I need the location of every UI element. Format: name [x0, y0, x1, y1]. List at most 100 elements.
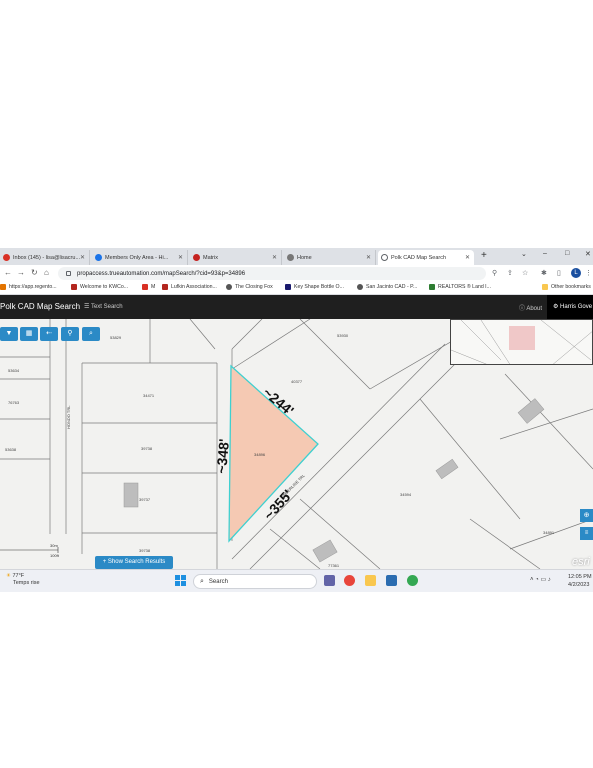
close-icon[interactable]: ✕ [80, 254, 85, 261]
bookmark-item[interactable]: The Closing Fox [226, 284, 273, 290]
back-icon[interactable]: ← [4, 268, 12, 277]
parcel-label: 34471 [143, 393, 155, 398]
tab-home[interactable]: Home ✕ [284, 250, 376, 265]
bookmark-label: Other bookmarks [551, 284, 591, 290]
show-search-results-button[interactable]: + Show Search Results [95, 556, 173, 569]
esri-logo: esri [572, 556, 590, 568]
taskbar-search[interactable]: ⌕ Search [193, 574, 317, 589]
parcel-label: 53829 [110, 335, 122, 340]
parcel-label: 34891 [543, 530, 555, 535]
windows-start-icon[interactable] [175, 575, 186, 586]
new-tab-button[interactable]: + [481, 250, 487, 261]
scale-label: 30m [50, 543, 58, 548]
date: 4/2/2023 [568, 582, 590, 588]
tab-polk-cad[interactable]: Polk CAD Map Search ✕ [378, 250, 474, 265]
bookmarks-bar: https://app.regento... Welcome to KWCo..… [0, 282, 593, 295]
bookmark-icon [285, 284, 291, 290]
sun-icon: ☀ [6, 573, 11, 579]
bookmark-item[interactable]: M [142, 284, 155, 290]
forward-icon[interactable]: → [17, 268, 25, 277]
show-results-label: Show Search Results [107, 559, 166, 565]
parcel-label: 76763 [8, 400, 20, 405]
parcel-label: 34594 [400, 492, 412, 497]
weather-widget[interactable]: ☀ 77°F Temps rise [6, 573, 40, 587]
minimize-button[interactable]: – [543, 250, 547, 257]
bookmark-label: https://app.regento... [9, 284, 57, 290]
tab-members[interactable]: Members Only Area - Hi... ✕ [92, 250, 188, 265]
overview-map[interactable] [450, 319, 593, 365]
globe-icon [381, 254, 388, 261]
map-view[interactable]: 53829 53930 40377 53634 76763 34471 5363… [0, 319, 593, 569]
sidebar-icon[interactable]: ▯ [557, 269, 561, 277]
profile-avatar[interactable]: L [571, 268, 581, 278]
address-bar-row: ← → ↻ ⌂ propaccess.trueautomation.com/ma… [0, 265, 593, 282]
parcel-label: 39737 [139, 497, 151, 502]
tab-label: Inbox (145) - lisa@lisacru... [13, 254, 81, 261]
home-icon [287, 254, 294, 261]
tab-matrix[interactable]: Matrix ✕ [190, 250, 282, 265]
road-label: HONDO TRL [66, 405, 71, 429]
tab-label: Polk CAD Map Search [391, 254, 447, 261]
basemap-button[interactable]: ▦ [20, 327, 38, 341]
menu-icon[interactable]: ⋮ [585, 269, 592, 277]
temperature: 77°F [12, 573, 25, 579]
parcel-label: 39738 [139, 548, 151, 553]
close-window-button[interactable]: ✕ [585, 250, 591, 258]
text-search-link[interactable]: ☰ Text Search [84, 303, 123, 310]
app-title: Polk CAD Map Search [0, 302, 81, 311]
chrome-profile-icon[interactable] [407, 575, 418, 586]
clock[interactable]: 12:05 PM 4/2/2023 [568, 573, 592, 589]
bookmark-item[interactable]: https://app.regento... [0, 284, 57, 290]
maximize-button[interactable]: □ [565, 250, 569, 257]
bookmark-item[interactable]: San Jacinto CAD - P... [357, 284, 417, 290]
reload-icon[interactable]: ↻ [31, 268, 38, 277]
map-icon: ▦ [25, 330, 33, 337]
search-button[interactable]: ⌕ [82, 327, 100, 341]
scale-bar-graphic: 30m 100ft [0, 543, 60, 558]
star-icon[interactable]: ☆ [522, 269, 528, 277]
bookmark-item[interactable]: REALTORS ® Land I... [429, 284, 491, 290]
select-tool-button[interactable]: ▼ [0, 327, 18, 341]
bookmark-icon [0, 284, 6, 290]
parcel-label: 53638 [5, 447, 17, 452]
about-link[interactable]: ⓘ About [519, 303, 542, 312]
tab-search-button[interactable]: ⌄ [521, 250, 527, 258]
home-icon[interactable]: ⌂ [44, 268, 49, 277]
lock-icon [66, 271, 71, 276]
close-icon[interactable]: ✕ [178, 254, 183, 261]
parcel-label: 40377 [291, 379, 303, 384]
app-header: Polk CAD Map Search ☰ Text Search ⓘ Abou… [0, 295, 593, 319]
teams-icon[interactable] [324, 575, 335, 586]
layers-button[interactable]: ≡ [580, 527, 593, 540]
share-icon[interactable]: ⇪ [507, 269, 513, 277]
chrome-icon[interactable] [344, 575, 355, 586]
bookmark-label: Welcome to KWCo... [80, 284, 129, 290]
bookmark-label: San Jacinto CAD - P... [366, 284, 418, 290]
bookmark-item[interactable]: Lufkin Association... [162, 284, 217, 290]
screenshot: Inbox (145) - lisa@lisacru... ✕ Members … [0, 248, 593, 592]
locate-button[interactable]: ⚲ [61, 327, 79, 341]
county-selector[interactable]: ⚙ Harris Gove [547, 295, 593, 319]
photos-icon[interactable] [386, 575, 397, 586]
url-bar[interactable]: propaccess.trueautomation.com/mapSearch/… [58, 267, 486, 280]
close-icon[interactable]: ✕ [366, 254, 371, 261]
crosshair-button[interactable]: ⊕ [580, 509, 593, 522]
file-explorer-icon[interactable] [365, 575, 376, 586]
search-placeholder: Search [208, 578, 228, 585]
bookmark-item[interactable]: Welcome to KWCo... [71, 284, 128, 290]
extensions-icon[interactable]: ✱ [541, 269, 547, 277]
bookmark-item[interactable]: Other bookmarks [542, 284, 591, 290]
previous-extent-button[interactable]: ⇠ [40, 327, 58, 341]
bookmark-icon [226, 284, 232, 290]
close-icon[interactable]: ✕ [465, 254, 470, 261]
close-icon[interactable]: ✕ [272, 254, 277, 261]
bookmark-label: REALTORS ® Land I... [438, 284, 491, 290]
dimension-label: ~348' [213, 438, 232, 474]
zoom-icon[interactable]: ⚲ [492, 269, 497, 277]
scale-label: 100ft [50, 553, 60, 558]
county-label: Harris Gove [560, 304, 593, 310]
bookmark-item[interactable]: Key Shape Bottle O... [285, 284, 344, 290]
tab-label: Matrix [203, 254, 218, 261]
tab-inbox[interactable]: Inbox (145) - lisa@lisacru... ✕ [0, 250, 90, 265]
system-tray[interactable]: ˄ ◔ ▭ ♪ [530, 576, 551, 583]
